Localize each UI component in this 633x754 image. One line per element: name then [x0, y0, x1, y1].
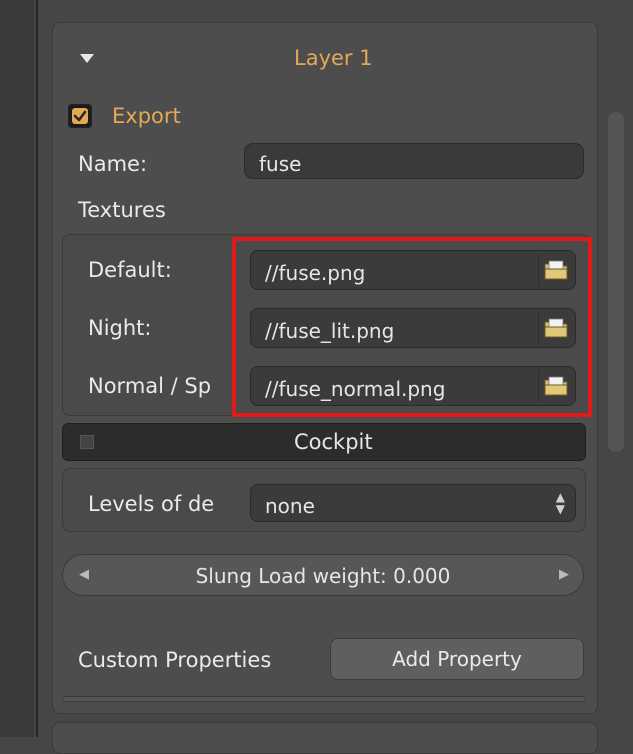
name-input[interactable]: fuse — [244, 143, 584, 179]
night-texture-label: Night: — [88, 316, 152, 340]
panel-title[interactable]: Layer 1 — [294, 46, 373, 70]
lod-dropdown[interactable]: none ▲ ▼ — [250, 484, 576, 522]
textures-heading: Textures — [78, 198, 166, 222]
lod-value: none — [265, 494, 315, 518]
slung-load-label: Slung Load weight: 0.000 — [195, 564, 451, 588]
export-label[interactable]: Export — [112, 104, 181, 128]
slung-load-weight-slider[interactable]: ◀ Slung Load weight: 0.000 ▶ — [62, 554, 584, 596]
panel-scrollbar[interactable] — [608, 112, 624, 452]
name-label: Name: — [78, 152, 148, 176]
left-editor-area — [0, 0, 34, 737]
properties-list-box — [62, 696, 586, 702]
cockpit-checkbox[interactable] — [80, 435, 94, 449]
export-checkbox[interactable] — [68, 104, 92, 128]
custom-properties-label: Custom Properties — [78, 648, 272, 672]
add-property-button[interactable]: Add Property — [330, 638, 584, 680]
updown-arrows-icon: ▲ ▼ — [555, 490, 565, 516]
next-panel-header[interactable] — [52, 722, 598, 754]
triangle-down-icon[interactable] — [80, 54, 94, 63]
region-divider[interactable] — [36, 0, 38, 737]
default-texture-label: Default: — [88, 258, 172, 282]
lod-label: Levels of de — [88, 492, 215, 516]
increment-arrow-icon[interactable]: ▶ — [559, 567, 569, 582]
cockpit-label[interactable]: Cockpit — [294, 430, 373, 454]
checkmark-icon — [72, 108, 88, 124]
normal-texture-label: Normal / Sp — [88, 374, 212, 398]
red-highlight-box — [232, 237, 592, 417]
